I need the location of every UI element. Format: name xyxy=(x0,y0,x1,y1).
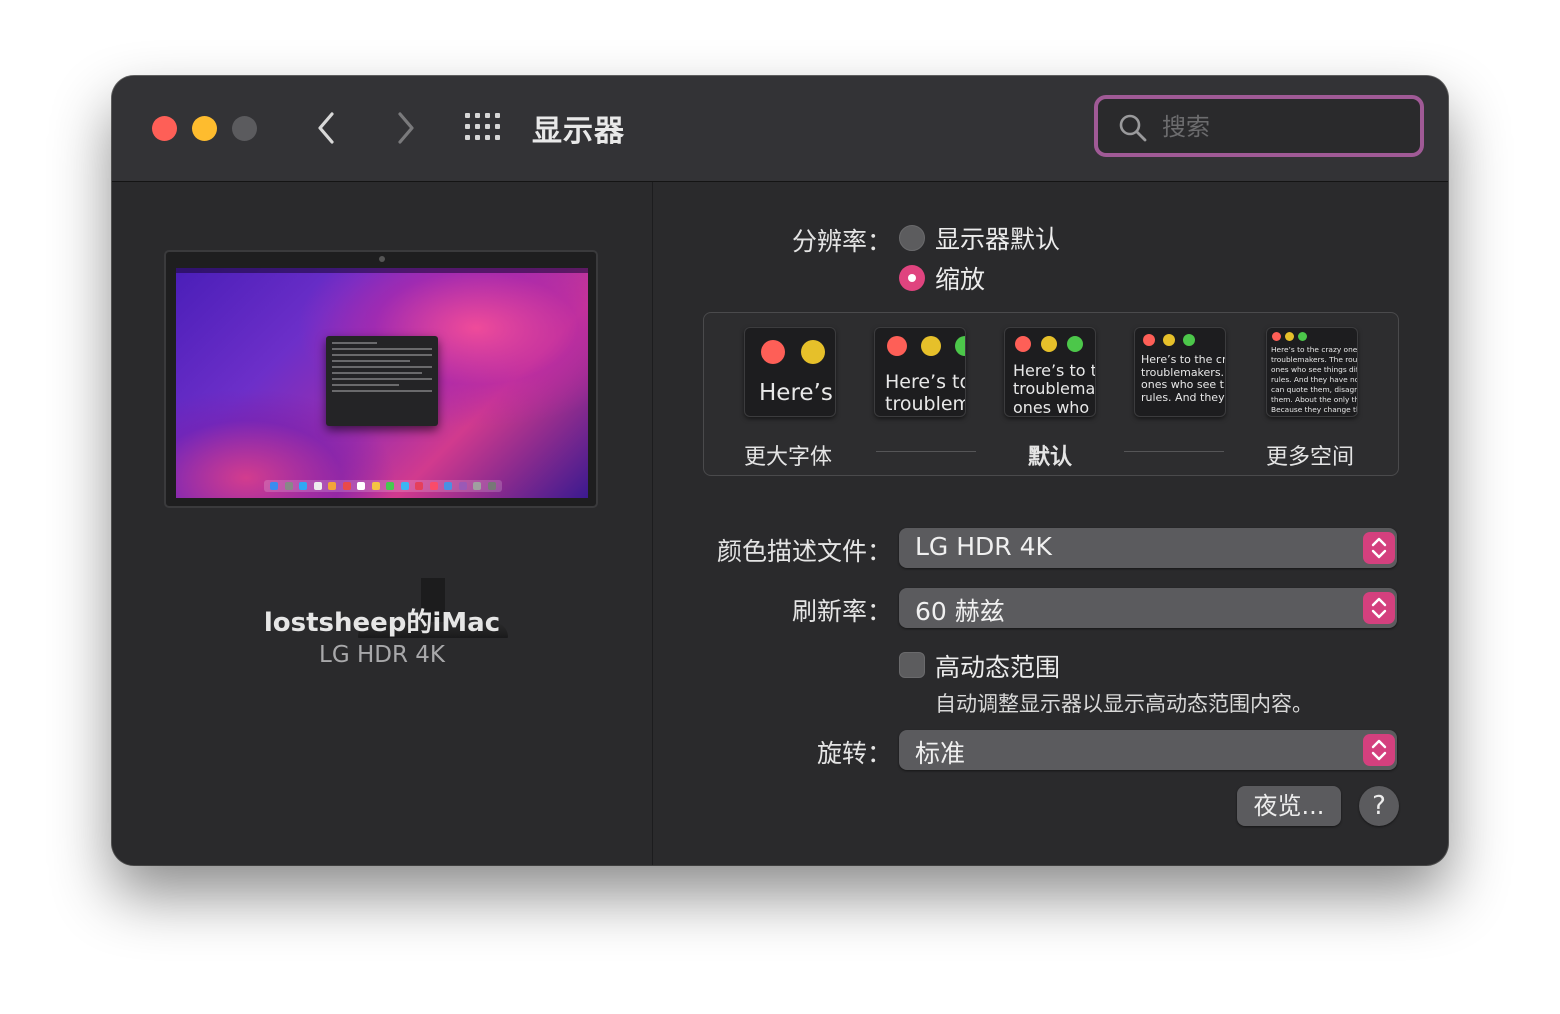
monitor-image xyxy=(164,250,598,638)
scale-thumb-4[interactable]: Here’s to the cr troublemakers. ones who… xyxy=(1134,327,1226,417)
chevron-right-icon xyxy=(398,112,414,144)
scale-label-default: 默认 xyxy=(1028,445,1073,470)
scale-thumb-1-text: Here’s xyxy=(759,380,833,406)
close-button[interactable] xyxy=(152,116,177,141)
display-preview-pane: lostsheep的iMac LG HDR 4K xyxy=(112,182,653,865)
device-name: lostsheep的iMac xyxy=(263,608,501,638)
refresh-rate-label: 刷新率： xyxy=(791,597,892,626)
minimize-button[interactable] xyxy=(192,116,217,141)
refresh-rate-popup[interactable]: 60 赫兹 xyxy=(899,588,1397,628)
scale-thumb-2-text: Here’s to troublem xyxy=(885,371,966,415)
camera-dot xyxy=(379,256,385,262)
scale-label-larger-text: 更大字体 xyxy=(744,445,833,470)
scale-thumb-1[interactable]: Here’s xyxy=(744,327,836,417)
scale-label-more-space: 更多空间 xyxy=(1266,445,1355,470)
scale-thumb-3[interactable]: Here’s to t troublema ones who xyxy=(1004,327,1096,417)
hdr-label: 高动态范围 xyxy=(935,653,1061,682)
popup-stepper-icon xyxy=(1363,592,1395,624)
refresh-rate-value: 60 赫兹 xyxy=(915,597,1005,626)
scale-thumb-5-text: Here’s to the crazy one troublemakers. T… xyxy=(1271,345,1358,414)
option-default-display-label: 显示器默认 xyxy=(935,225,1061,254)
color-profile-label: 颜色描述文件： xyxy=(716,537,892,566)
search-icon xyxy=(1119,114,1147,142)
scale-thumb-3-text: Here’s to t troublema ones who xyxy=(1013,361,1096,417)
chevron-left-icon xyxy=(318,112,334,144)
monitor-screen xyxy=(176,268,588,498)
display-preferences-window: 显示器 搜索 lostsheep的iMac LG HDR 4K 分辨率： 显示器… xyxy=(112,76,1448,865)
scale-thumb-4-text: Here’s to the cr troublemakers. ones who… xyxy=(1141,353,1226,404)
search-input[interactable] xyxy=(1160,109,1404,145)
popup-stepper-icon xyxy=(1363,532,1395,564)
color-profile-popup[interactable]: LG HDR 4K xyxy=(899,528,1397,568)
night-shift-button[interactable]: 夜览... xyxy=(1237,786,1341,826)
resolution-label: 分辨率： xyxy=(791,227,892,256)
device-model: LG HDR 4K xyxy=(319,642,445,668)
rotation-popup[interactable]: 标准 xyxy=(899,730,1397,770)
menu-bar-miniature xyxy=(176,268,588,273)
hdr-checkbox[interactable] xyxy=(899,652,925,678)
scale-thumb-2[interactable]: Here’s to troublem xyxy=(874,327,966,417)
option-scaled-label: 缩放 xyxy=(935,265,986,294)
scale-thumb-5[interactable]: Here’s to the crazy one troublemakers. T… xyxy=(1266,327,1358,417)
popup-stepper-icon xyxy=(1363,734,1395,766)
hdr-hint: 自动调整显示器以显示高动态范围内容。 xyxy=(935,692,1313,716)
dock-miniature xyxy=(264,480,502,492)
scaling-options: Here’s Here’s to troublem Here’s to t tr… xyxy=(703,312,1399,476)
rotation-label: 旋转： xyxy=(816,739,892,768)
zoom-button[interactable] xyxy=(232,116,257,141)
grid-icon xyxy=(465,113,500,140)
radio-scaled[interactable] xyxy=(899,265,925,291)
titlebar: 显示器 xyxy=(112,76,1448,182)
color-profile-value: LG HDR 4K xyxy=(915,532,1052,561)
settings-pane: 分辨率： 显示器默认 缩放 Here’s Here’s to troublem … xyxy=(653,182,1448,865)
window-miniature xyxy=(326,336,438,426)
window-title: 显示器 xyxy=(532,114,625,149)
search-field[interactable] xyxy=(1094,95,1424,157)
rotation-value: 标准 xyxy=(915,739,966,768)
back-button[interactable] xyxy=(308,108,348,148)
show-all-button[interactable] xyxy=(464,112,502,142)
help-button[interactable]: ? xyxy=(1359,786,1399,826)
forward-button[interactable] xyxy=(384,108,424,148)
scale-divider-left xyxy=(876,451,976,452)
scale-divider-right xyxy=(1124,451,1224,452)
radio-default-display[interactable] xyxy=(899,225,925,251)
monitor-frame xyxy=(164,250,598,508)
